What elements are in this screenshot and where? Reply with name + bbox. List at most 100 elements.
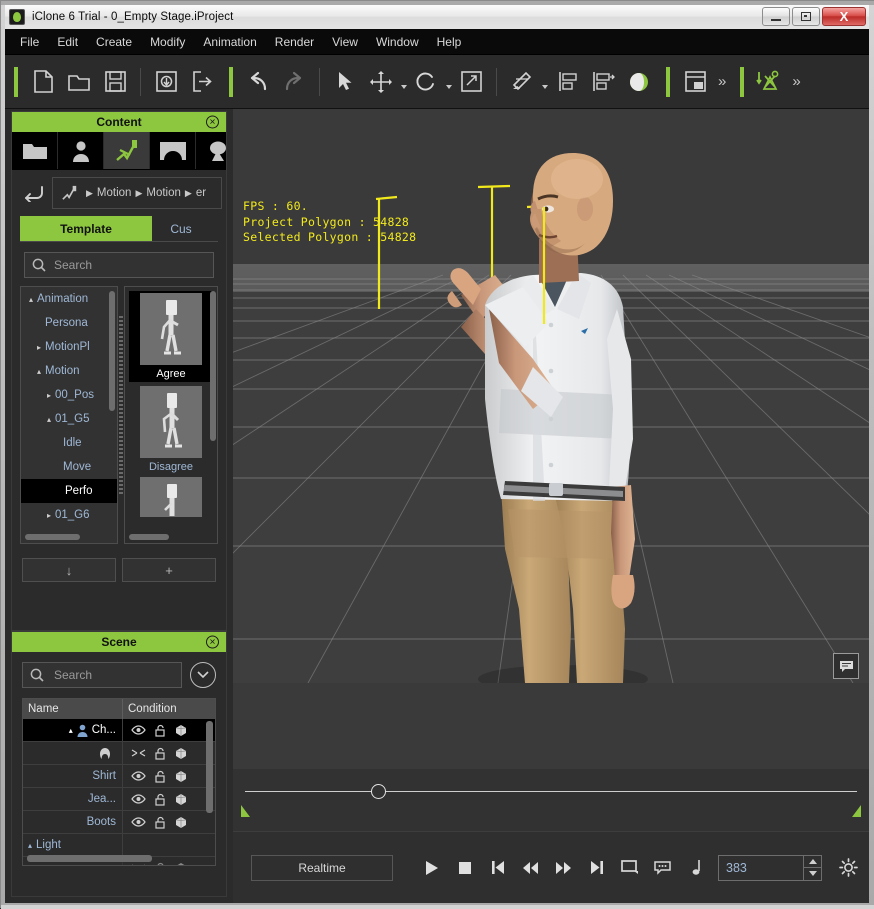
menu-animation[interactable]: Animation	[194, 31, 265, 53]
menu-help[interactable]: Help	[428, 31, 471, 53]
tree-item-animation[interactable]: ▴ Animation	[21, 287, 117, 311]
close-button[interactable]: X	[822, 7, 866, 26]
tree-item-move[interactable]: Move	[21, 455, 117, 479]
range-end-marker[interactable]	[852, 805, 861, 817]
folder-tab[interactable]	[12, 132, 58, 169]
back-arrow-icon[interactable]	[16, 178, 52, 208]
menu-modify[interactable]: Modify	[141, 31, 194, 53]
gear-icon[interactable]	[832, 853, 865, 883]
scene-horizontal-scrollbar[interactable]	[27, 855, 152, 862]
thumbnail-item-agree[interactable]: Agree	[129, 291, 213, 382]
tree-item-perform[interactable]: Perfo	[21, 479, 117, 503]
export-icon[interactable]	[184, 64, 220, 100]
frame-spinner-down[interactable]	[804, 868, 821, 880]
thumbnail-vertical-scrollbar[interactable]	[210, 291, 216, 441]
viewport-3d-scene[interactable]: FPS : 60. Project Polygon : 54828 Select…	[233, 109, 869, 683]
comment-track-button[interactable]	[646, 853, 679, 883]
audio-button[interactable]	[679, 853, 712, 883]
twisty-icon-5[interactable]: ▴	[43, 415, 55, 424]
scene-vertical-scrollbar[interactable]	[206, 721, 213, 813]
timeline-playhead[interactable]	[371, 784, 386, 799]
table-row[interactable]: ▴ Light	[23, 834, 215, 857]
breadcrumb-item-0[interactable]: Motion	[97, 187, 132, 199]
thumbnail-item-disagree[interactable]: Disagree	[140, 386, 202, 473]
timeline-track[interactable]	[245, 791, 857, 792]
breadcrumb-item-1[interactable]: Motion	[146, 187, 181, 199]
edit-motion-icon[interactable]	[504, 64, 540, 100]
align-icon[interactable]	[549, 64, 585, 100]
table-row[interactable]: Shirt	[23, 765, 215, 788]
import-icon[interactable]	[148, 64, 184, 100]
timeline-slider[interactable]	[233, 769, 869, 831]
motion-tab[interactable]	[104, 132, 150, 169]
stop-button[interactable]	[448, 853, 481, 883]
select-tool-icon[interactable]	[327, 64, 363, 100]
tree-horizontal-scrollbar[interactable]	[25, 534, 80, 540]
realtime-mode-button[interactable]: Realtime	[251, 855, 393, 881]
twisty-icon-scene-0[interactable]: ▴	[69, 726, 73, 735]
rotate-tool-icon[interactable]	[408, 64, 444, 100]
content-search-input[interactable]: Search	[24, 252, 214, 278]
comment-icon[interactable]	[833, 653, 859, 679]
table-row[interactable]: ▴ Ch...	[23, 719, 215, 742]
content-panel-close-icon[interactable]	[206, 116, 219, 129]
character-tab[interactable]	[58, 132, 104, 169]
table-row[interactable]: Boots	[23, 811, 215, 834]
twisty-icon-4[interactable]: ▸	[43, 391, 55, 400]
move-tool-icon[interactable]	[363, 64, 399, 100]
menu-create[interactable]: Create	[87, 31, 141, 53]
layout-icon[interactable]	[677, 64, 713, 100]
tree-item-motionplus[interactable]: ▸ MotionPl	[21, 335, 117, 359]
tree-item-01g6[interactable]: ▸ 01_G6	[21, 503, 117, 527]
jump-end-button[interactable]	[580, 853, 613, 883]
play-button[interactable]	[415, 853, 448, 883]
scene-panel-close-icon[interactable]	[206, 636, 219, 649]
twisty-icon-2[interactable]: ▸	[33, 343, 45, 352]
align-offset-icon[interactable]	[585, 64, 621, 100]
render-target-icon[interactable]	[751, 64, 787, 100]
breadcrumb-item-2[interactable]: er	[196, 187, 206, 199]
menu-window[interactable]: Window	[367, 31, 428, 53]
thumbnail-horizontal-scrollbar[interactable]	[129, 534, 169, 540]
tab-template[interactable]: Template	[20, 216, 152, 241]
range-start-marker[interactable]	[241, 805, 250, 817]
twisty-icon-0[interactable]: ▴	[25, 295, 37, 304]
preview-eye-icon[interactable]	[621, 64, 657, 100]
tree-item-01g5[interactable]: ▴ 01_G5	[21, 407, 117, 431]
open-project-icon[interactable]	[61, 64, 97, 100]
tree-item-persona[interactable]: Persona	[21, 311, 117, 335]
thumbnail-item-3[interactable]	[140, 477, 202, 517]
viewport[interactable]: FPS : 60. Project Polygon : 54828 Select…	[233, 109, 869, 831]
overflow-chevron-icon-2[interactable]: »	[787, 73, 805, 90]
table-row[interactable]	[23, 742, 215, 765]
tree-item-00pos[interactable]: ▸ 00_Pos	[21, 383, 117, 407]
rotate-tool-dropdown[interactable]	[444, 64, 453, 100]
column-header-name[interactable]: Name	[23, 699, 123, 719]
twisty-icon-scene-5[interactable]: ▴	[28, 841, 32, 850]
overflow-chevron-icon[interactable]: »	[713, 73, 731, 90]
undo-icon[interactable]	[240, 64, 276, 100]
jump-start-button[interactable]	[481, 853, 514, 883]
new-project-icon[interactable]	[25, 64, 61, 100]
tab-custom[interactable]: Cus	[152, 216, 210, 241]
rewind-button[interactable]	[514, 853, 547, 883]
tree-item-idle[interactable]: Idle	[21, 431, 117, 455]
frame-number-input[interactable]: 383	[718, 855, 822, 881]
menu-edit[interactable]: Edit	[48, 31, 87, 53]
edit-motion-dropdown[interactable]	[540, 64, 549, 100]
add-button[interactable]: +	[122, 558, 216, 582]
frame-spinner-up[interactable]	[804, 856, 821, 869]
redo-icon[interactable]	[276, 64, 312, 100]
scale-tool-icon[interactable]	[453, 64, 489, 100]
minimize-button[interactable]	[762, 7, 790, 26]
save-project-icon[interactable]	[97, 64, 133, 100]
breadcrumb[interactable]: ▶ Motion ▶ Motion ▶ er	[52, 177, 222, 209]
table-row[interactable]: Jea...	[23, 788, 215, 811]
twisty-icon-3[interactable]: ▴	[33, 367, 45, 376]
menu-render[interactable]: Render	[266, 31, 323, 53]
loop-button[interactable]	[613, 853, 646, 883]
twisty-icon-9[interactable]: ▸	[43, 511, 55, 520]
scene-search-input[interactable]: Search	[22, 662, 182, 688]
download-button[interactable]: ↓	[22, 558, 116, 582]
fast-forward-button[interactable]	[547, 853, 580, 883]
